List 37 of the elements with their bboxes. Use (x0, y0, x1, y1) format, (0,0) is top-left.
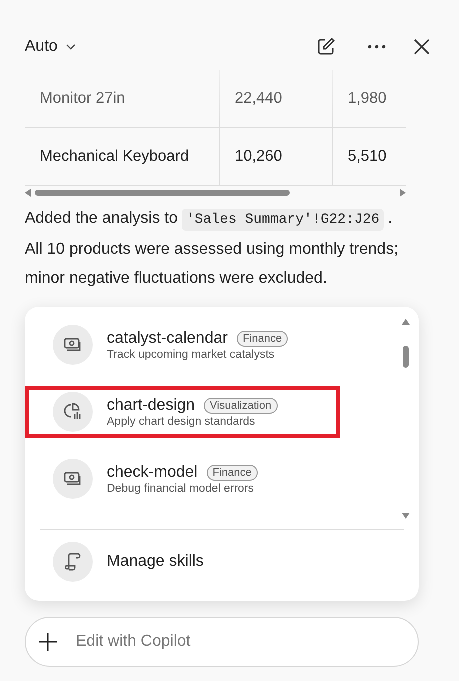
scroll-icon (65, 553, 81, 571)
skill-item[interactable]: catalyst-calendar Finance Track upcoming market catalysts (25, 319, 340, 371)
table-cell: Monitor 27in (25, 70, 220, 127)
more-icon (368, 45, 386, 49)
skill-description: Track upcoming market catalysts (107, 348, 276, 360)
table-cell: 22,440 (220, 70, 333, 127)
scroll-down-icon[interactable] (402, 513, 410, 519)
skill-name: chart-design (107, 396, 196, 414)
plus-icon[interactable] (39, 633, 57, 651)
skill-description: Apply chart design standards (107, 416, 256, 428)
scrollbar-thumb[interactable] (403, 346, 409, 368)
skill-description: Debug financial model errors (107, 482, 256, 494)
chat-input[interactable]: Edit with Copilot (25, 617, 419, 667)
chart-icon (64, 403, 82, 421)
response-text: Added the analysis to 'Sales Summary'!G22:J26 . All 10 products were assessed using monthly trends; minor negative fluctuations were excluded. (25, 208, 400, 289)
table-cell-text: 1,980 (347, 88, 388, 108)
scroll-up-icon[interactable] (402, 319, 410, 325)
scroll-left-icon[interactable] (25, 189, 31, 197)
manage-skills-item[interactable]: Manage skills (25, 530, 419, 594)
category-tag: Visualization (204, 398, 278, 414)
chevron-down-icon (66, 44, 76, 50)
category-tag: Finance (206, 464, 258, 480)
table-cell: 10,260 (220, 128, 333, 185)
mode-dropdown[interactable]: Auto (25, 38, 76, 56)
skill-name: catalyst-calendar (107, 330, 228, 348)
edit-icon (316, 37, 336, 57)
money-icon (64, 472, 82, 486)
scroll-right-icon[interactable] (400, 189, 406, 197)
scrollbar-thumb[interactable] (35, 190, 290, 196)
table-cell: Mechanical Keyboard (25, 128, 220, 185)
table-cell-text: 5,510 (347, 146, 388, 166)
skill-name: check-model (107, 464, 198, 482)
skill-item[interactable]: check-model Finance Debug financial model errors (25, 453, 340, 505)
money-icon (64, 338, 82, 352)
category-tag: Finance (236, 330, 288, 346)
skill-item[interactable]: chart-design Visualization Apply chart design standards (25, 386, 340, 438)
close-icon (414, 39, 430, 55)
